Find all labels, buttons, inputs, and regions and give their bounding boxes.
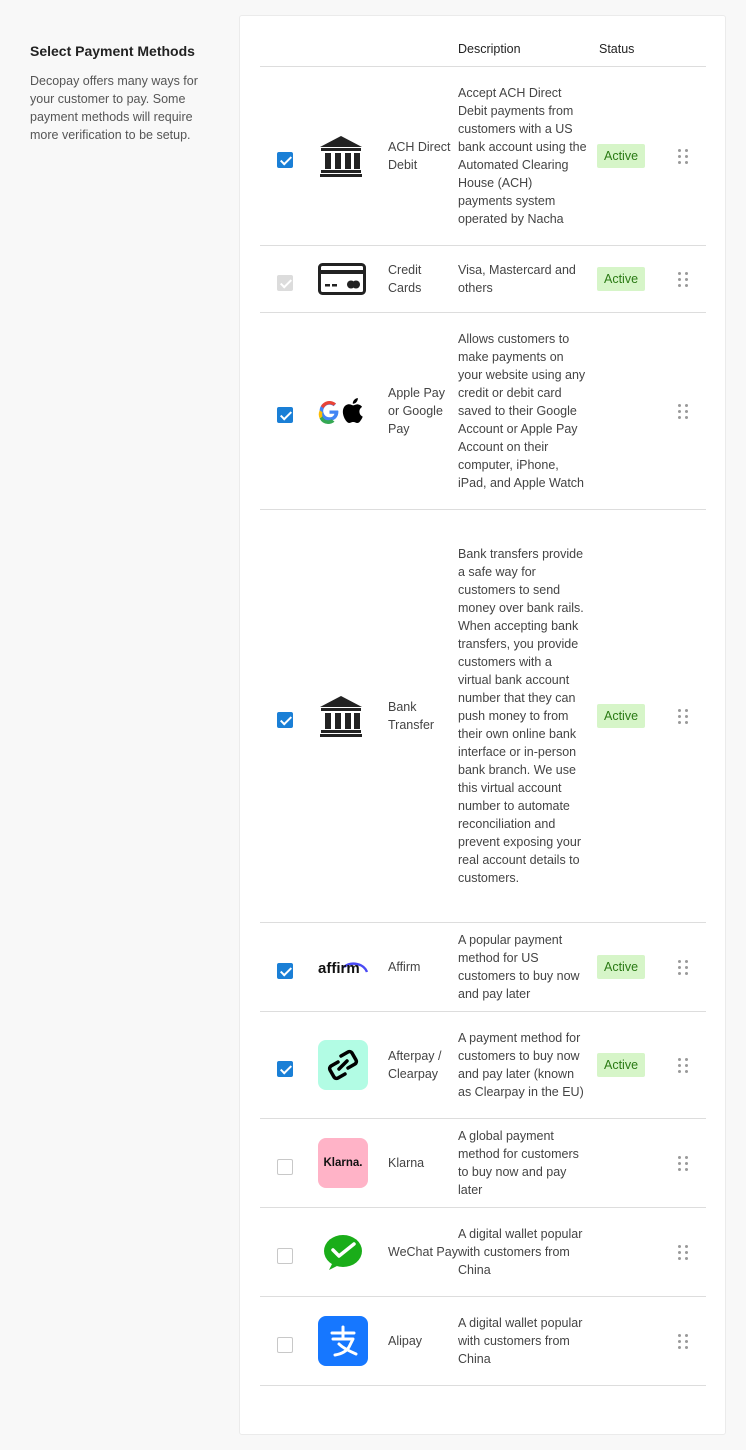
row-checkbox[interactable] — [277, 1337, 293, 1353]
drag-handle-icon[interactable] — [678, 403, 688, 419]
row-checkbox[interactable] — [277, 407, 293, 423]
status-badge: Active — [597, 267, 646, 291]
method-name: Bank Transfer — [388, 700, 435, 732]
payment-methods-card: Description Status ACH Direct Debit Acce… — [239, 15, 726, 1435]
method-description: A payment method for customers to buy no… — [458, 1031, 584, 1099]
afterpay-logo — [318, 1040, 368, 1090]
credit-card-icon — [318, 263, 366, 295]
affirm-logo-text: affirm — [318, 960, 360, 977]
row-checkbox[interactable] — [277, 712, 293, 728]
bank-icon — [320, 136, 362, 177]
status-badge: Active — [597, 1053, 646, 1077]
sidebar: Select Payment Methods Decopay offers ma… — [30, 42, 220, 144]
row-checkbox — [277, 275, 293, 291]
row-checkbox[interactable] — [277, 152, 293, 168]
status-badge: Active — [597, 144, 646, 168]
method-description: Bank transfers provide a safe way for cu… — [458, 547, 584, 885]
payment-methods-table: Description Status ACH Direct Debit Acce… — [260, 40, 706, 1386]
method-name: Klarna — [388, 1156, 425, 1170]
drag-handle-icon[interactable] — [678, 271, 688, 287]
method-description: Allows customers to make payments on you… — [458, 332, 586, 490]
klarna-logo-text: Klarna. — [323, 1157, 363, 1169]
section-title: Select Payment Methods — [30, 43, 195, 59]
method-description: A global payment method for customers to… — [458, 1129, 579, 1197]
method-description: Visa, Mastercard and others — [458, 263, 576, 295]
status-badge: Active — [597, 955, 646, 979]
header-description: Description — [458, 42, 521, 56]
drag-handle-icon[interactable] — [678, 1244, 688, 1260]
method-description: A digital wallet popular with customers … — [458, 1227, 583, 1277]
table-row: Klarna. Klarna A global payment method f… — [260, 1119, 706, 1208]
row-checkbox[interactable] — [277, 1061, 293, 1077]
table-row: affirm Affirm A popular payment method f… — [260, 923, 706, 1012]
method-name: Credit Cards — [388, 263, 422, 295]
alipay-logo — [318, 1316, 368, 1366]
row-checkbox[interactable] — [277, 1159, 293, 1175]
method-name: ACH Direct Debit — [388, 140, 451, 172]
drag-handle-icon[interactable] — [678, 959, 688, 975]
affirm-logo: affirm — [318, 955, 368, 979]
row-checkbox[interactable] — [277, 1248, 293, 1264]
klarna-logo: Klarna. — [318, 1138, 368, 1188]
status-badge: Active — [597, 704, 646, 728]
drag-handle-icon[interactable] — [678, 1155, 688, 1171]
method-name: Alipay — [388, 1334, 423, 1348]
drag-handle-icon[interactable] — [678, 1333, 688, 1349]
table-row: WeChat Pay A digital wallet popular with… — [260, 1208, 706, 1297]
method-name: Afterpay / Clearpay — [388, 1049, 442, 1081]
table-row: Credit Cards Visa, Mastercard and others… — [260, 246, 706, 313]
table-row: Bank Transfer Bank transfers provide a s… — [260, 510, 706, 923]
section-description: Decopay offers many ways for your custom… — [30, 74, 198, 142]
table-row: ACH Direct Debit Accept ACH Direct Debit… — [260, 67, 706, 246]
drag-handle-icon[interactable] — [678, 148, 688, 164]
method-name: Apple Pay or Google Pay — [388, 386, 445, 436]
table-header: Description Status — [260, 40, 706, 67]
drag-handle-icon[interactable] — [678, 708, 688, 724]
method-description: A popular payment method for US customer… — [458, 933, 580, 1001]
drag-handle-icon[interactable] — [678, 1057, 688, 1073]
method-description: A digital wallet popular with customers … — [458, 1316, 583, 1366]
method-name: WeChat Pay — [388, 1245, 458, 1259]
table-row: Apple Pay or Google Pay Allows customers… — [260, 313, 706, 510]
table-row: Alipay A digital wallet popular with cus… — [260, 1297, 706, 1386]
method-description: Accept ACH Direct Debit payments from cu… — [458, 86, 587, 226]
google-apple-icon — [318, 398, 363, 424]
bank-icon — [320, 696, 362, 737]
table-row: Afterpay / Clearpay A payment method for… — [260, 1012, 706, 1119]
wechat-pay-logo — [324, 1235, 362, 1270]
header-status: Status — [599, 42, 635, 56]
row-checkbox[interactable] — [277, 963, 293, 979]
method-name: Affirm — [388, 960, 421, 974]
